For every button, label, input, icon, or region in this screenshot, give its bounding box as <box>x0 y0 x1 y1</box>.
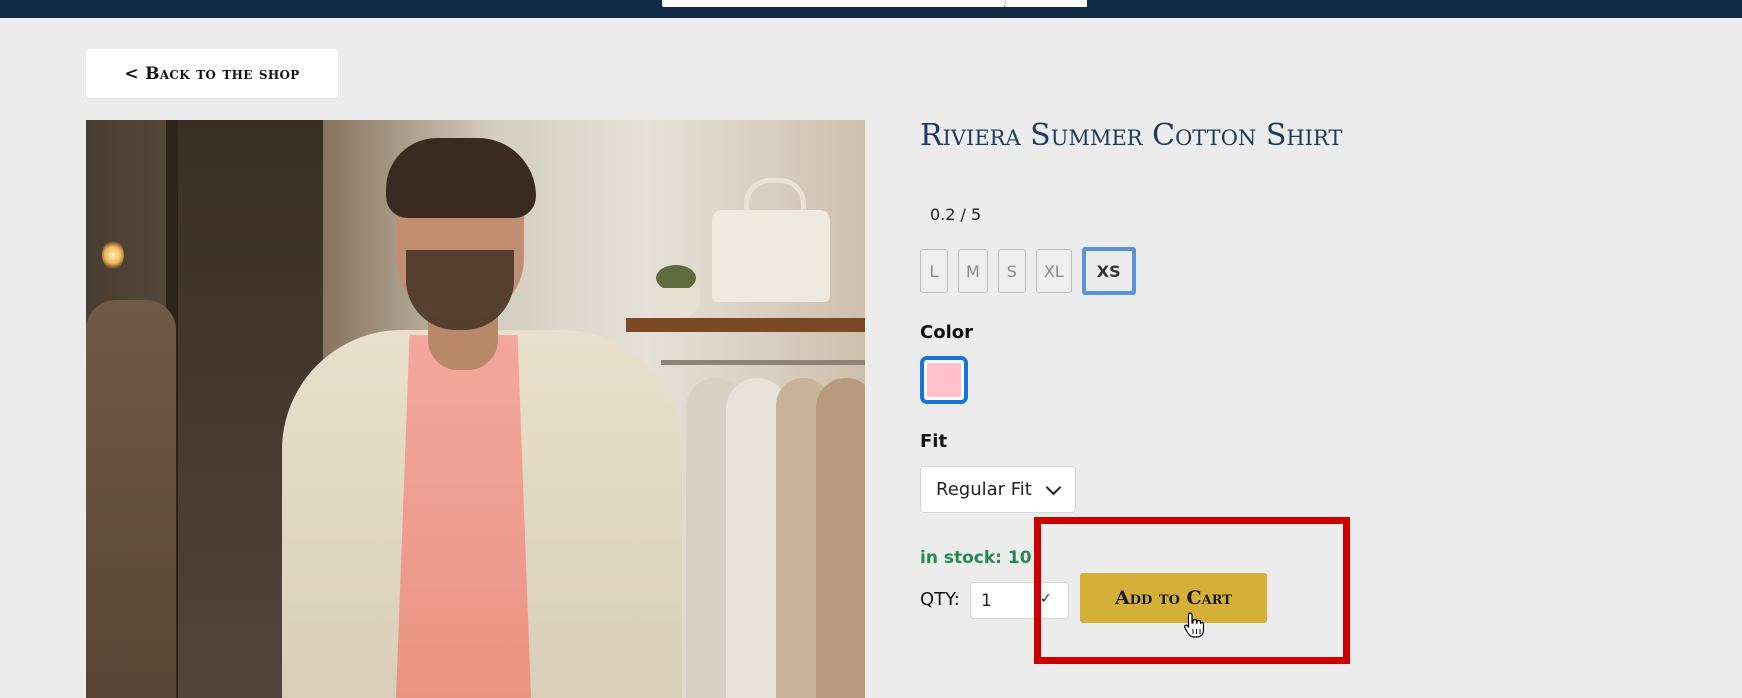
search-button[interactable] <box>1005 0 1087 7</box>
size-option-m[interactable]: M <box>958 249 988 293</box>
quantity-select[interactable]: 1 <box>970 582 1069 619</box>
size-option-s[interactable]: S <box>997 249 1026 293</box>
search-input[interactable] <box>662 0 1005 7</box>
checkmark-icon: ✓ <box>1040 591 1052 607</box>
fit-dropdown[interactable]: Regular Fit <box>920 466 1076 513</box>
product-image <box>86 120 865 698</box>
chevron-down-icon <box>1045 479 1062 496</box>
qty-label: QTY: <box>920 589 960 610</box>
size-option-xl[interactable]: XL <box>1035 249 1072 293</box>
size-option-xs[interactable]: XS <box>1081 247 1136 295</box>
color-swatch-pink[interactable] <box>920 356 968 404</box>
add-to-cart-button[interactable]: Add to Cart <box>1080 573 1267 623</box>
color-label: Color <box>920 322 973 343</box>
qty-value: 1 <box>981 590 992 611</box>
size-option-l[interactable]: L <box>920 249 948 293</box>
product-rating: 0.2 / 5 <box>930 205 982 224</box>
fit-label: Fit <box>920 431 948 452</box>
stock-status: in stock: 10 <box>920 548 1032 568</box>
product-title: Riviera Summer Cotton Shirt <box>920 118 1343 153</box>
swatch-fill <box>927 363 961 397</box>
top-navbar <box>0 0 1742 18</box>
size-selector: L M S XL XS <box>920 247 1136 295</box>
back-to-shop-button[interactable]: < Back to the shop <box>86 49 338 98</box>
hand-pointer-icon <box>1184 612 1204 638</box>
fit-value: Regular Fit <box>936 479 1032 500</box>
